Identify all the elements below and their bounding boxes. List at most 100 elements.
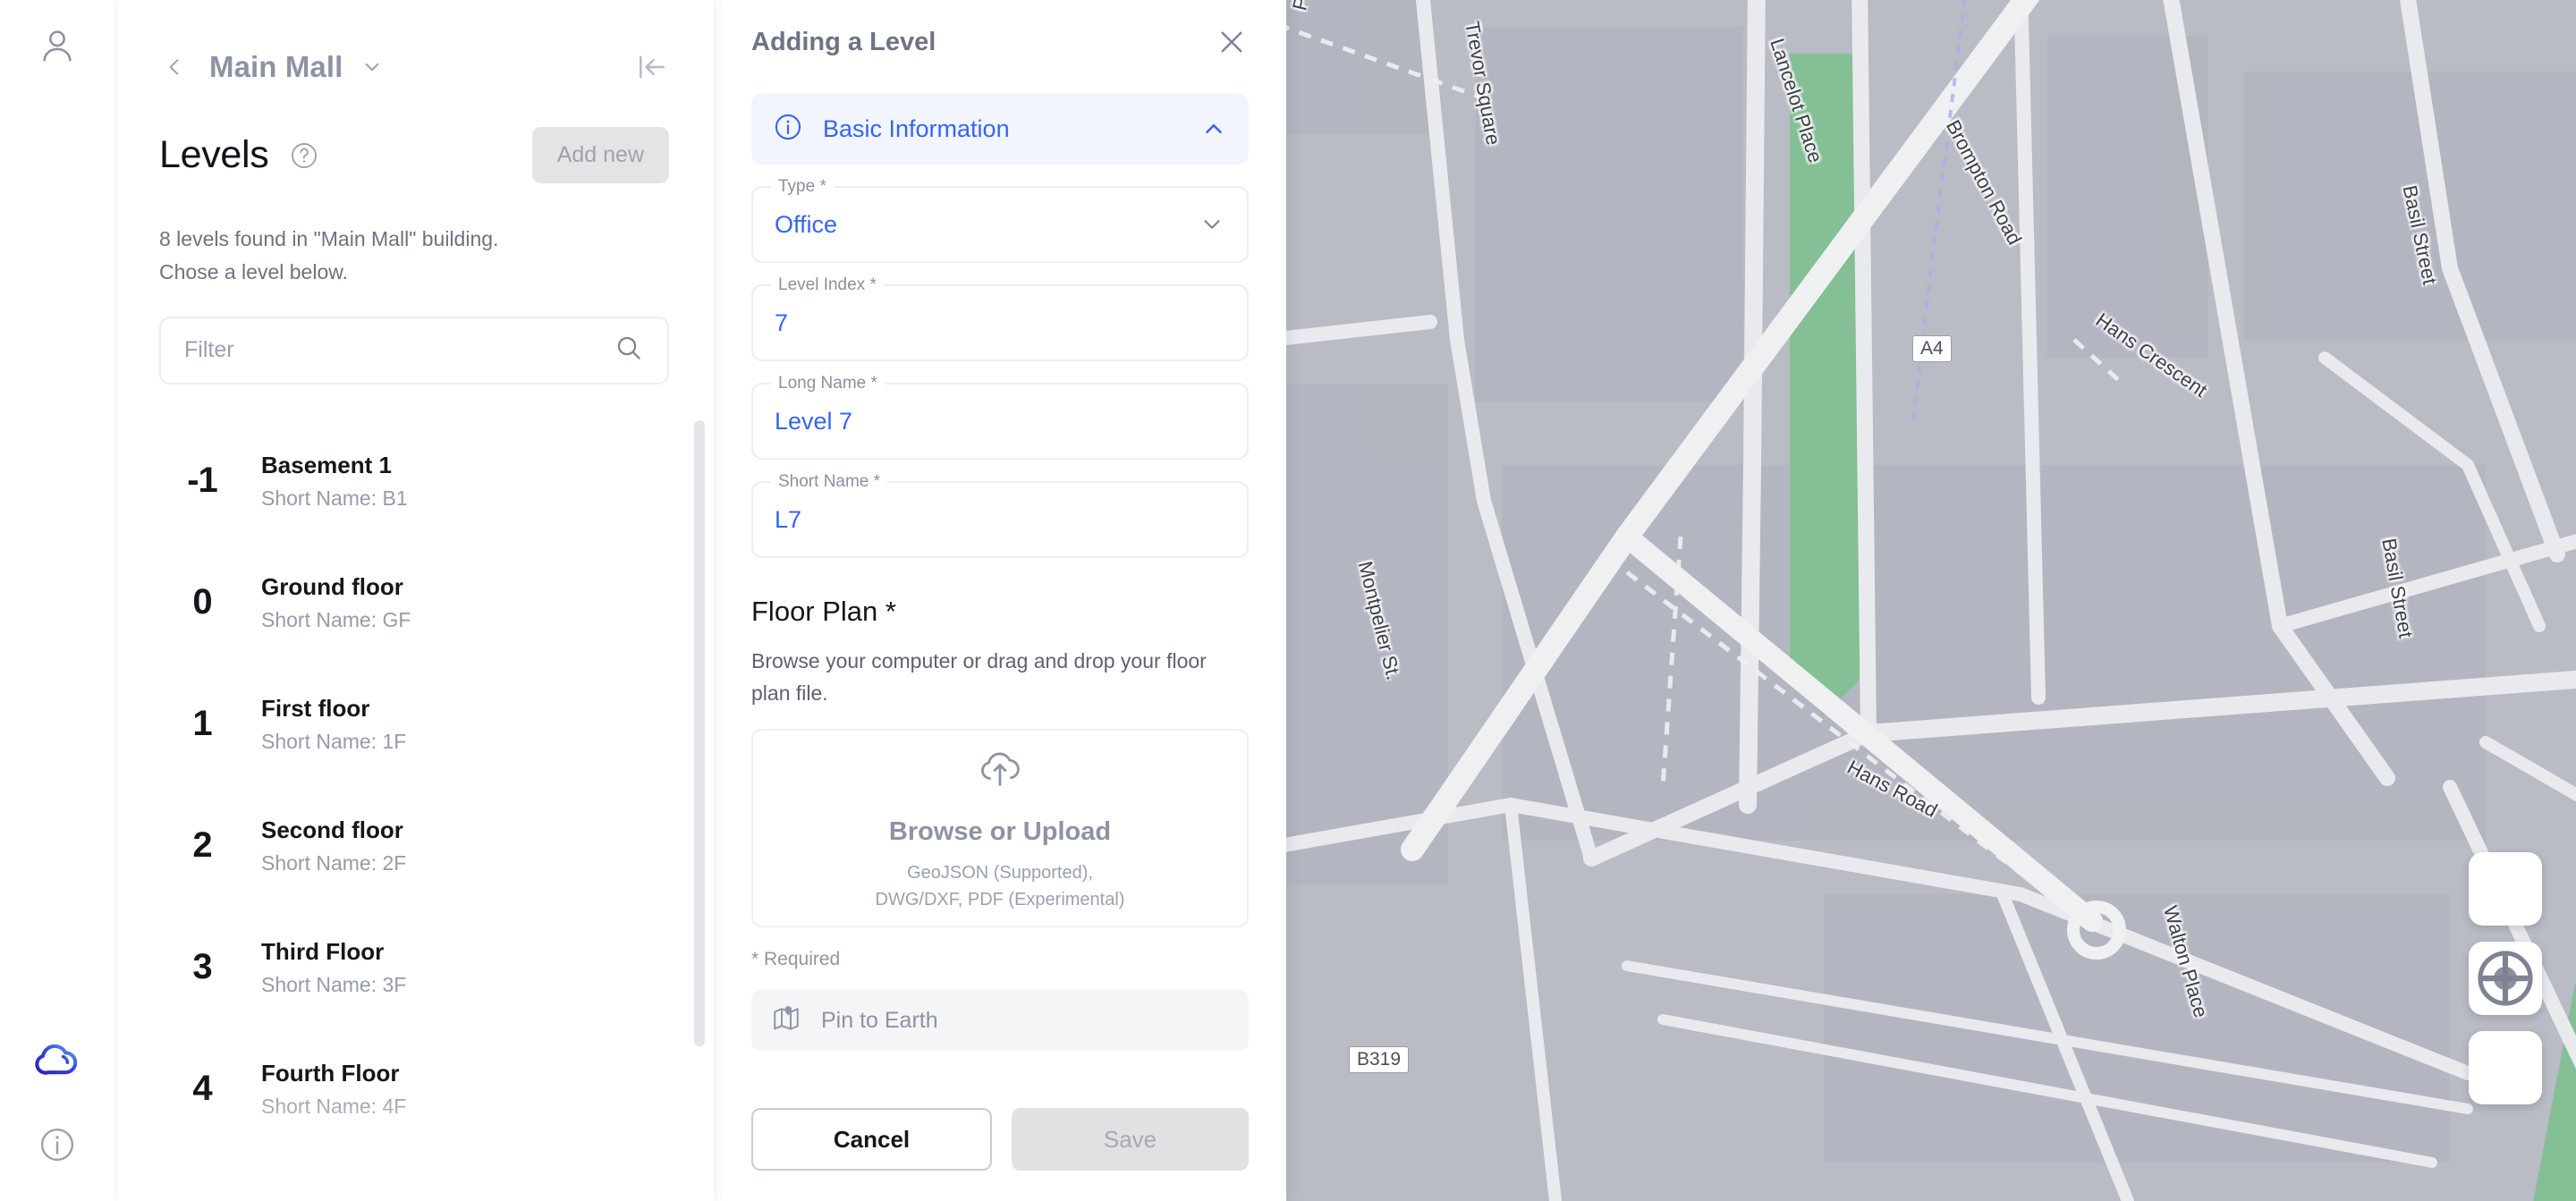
level-short-name: Short Name: B1 xyxy=(261,486,408,510)
level-short-name: Short Name: GF xyxy=(261,607,411,631)
level-index: -1 xyxy=(187,461,218,500)
level-name: Third Floor xyxy=(261,937,385,965)
building-name[interactable]: Main Mall xyxy=(209,50,343,84)
level-text: Basement 1 Short Name: B1 xyxy=(261,452,408,511)
level-name: Fourth Floor xyxy=(261,1059,400,1087)
form-field[interactable]: Type * xyxy=(751,177,1249,263)
app-root: Main Mall Levels Add new 8 levels found … xyxy=(0,0,2576,1201)
level-text: Fifth FloorShort Name: 5F xyxy=(261,1181,406,1201)
floor-plan-subtitle: Browse your computer or drag and drop yo… xyxy=(751,649,1207,705)
level-short-name: Short Name: 4F xyxy=(261,1094,407,1118)
filter-input[interactable] xyxy=(184,337,614,363)
levels-description: 8 levels found in "Main Mall" building. … xyxy=(114,183,714,290)
field-input[interactable] xyxy=(775,309,1225,337)
level-name: Basement 1 xyxy=(261,451,392,478)
close-icon[interactable] xyxy=(1215,25,1249,59)
level-text: Fourth Floor Short Name: 4F xyxy=(261,1060,406,1119)
required-note: * Required xyxy=(751,949,841,970)
level-short-name: Short Name: 1F xyxy=(261,729,407,753)
dropzone-formats-line2: DWG/DXF, PDF (Experimental) xyxy=(875,890,1125,910)
level-list-item[interactable]: 0 Ground floor Short Name: GF xyxy=(159,542,689,664)
info-circle-icon[interactable] xyxy=(38,1125,77,1169)
level-name: Second floor xyxy=(261,816,403,843)
level-list-item[interactable]: 3 Third Floor Short Name: 3F xyxy=(159,907,689,1028)
level-name: Fifth Floor xyxy=(261,1180,377,1201)
collapse-panel-icon[interactable] xyxy=(635,50,669,84)
map-controls xyxy=(2469,852,2542,1104)
form-panel-title: Adding a Level xyxy=(751,27,936,56)
pin-to-earth-button[interactable]: Pin to Earth xyxy=(751,990,1249,1052)
form-field[interactable]: Long Name * xyxy=(751,374,1249,460)
filter-wrapper xyxy=(114,290,714,385)
floor-plan-dropzone[interactable]: Browse or Upload GeoJSON (Supported), DW… xyxy=(751,729,1249,928)
chevron-left-icon[interactable] xyxy=(159,52,190,82)
cloud-logo-icon[interactable] xyxy=(33,1035,81,1087)
map-route-shield: A4 xyxy=(1912,335,1952,362)
level-text: Ground floor Short Name: GF xyxy=(261,573,411,632)
person-icon[interactable] xyxy=(37,25,78,71)
dropzone-title: Browse or Upload xyxy=(888,817,1112,847)
field-input[interactable] xyxy=(775,407,1225,436)
level-text: Second floor Short Name: 2F xyxy=(261,816,406,875)
add-new-button[interactable]: Add new xyxy=(531,127,669,183)
level-index: 2 xyxy=(192,825,212,865)
add-level-form-panel: Adding a Level Basic Information Type * … xyxy=(714,0,1286,1201)
search-icon[interactable] xyxy=(614,333,644,368)
chevron-down-icon[interactable] xyxy=(1199,211,1225,238)
level-short-name: Short Name: 3F xyxy=(261,972,407,996)
level-list-item[interactable]: 1 First floor Short Name: 1F xyxy=(159,664,689,785)
levels-title-row: Levels Add new xyxy=(114,84,714,183)
form-field[interactable]: Short Name * xyxy=(751,472,1249,558)
level-short-name: Short Name: 2F xyxy=(261,850,407,875)
levels-panel: Main Mall Levels Add new 8 levels found … xyxy=(114,0,714,1201)
dropzone-formats: GeoJSON (Supported), DWG/DXF, PDF (Exper… xyxy=(876,859,1125,913)
levels-panel-header: Main Mall xyxy=(114,0,714,84)
map-route-shield: B319 xyxy=(1349,1046,1410,1073)
page-title: Levels xyxy=(159,133,269,176)
level-text: First floor Short Name: 1F xyxy=(261,695,406,754)
floor-plan-heading: Floor Plan * xyxy=(751,596,896,627)
left-rail xyxy=(0,0,114,1201)
field-label: Long Name * xyxy=(771,374,885,393)
level-index: 1 xyxy=(192,704,212,743)
levels-list-scrollbar[interactable] xyxy=(694,420,705,1046)
dropzone-formats-line1: GeoJSON (Supported), xyxy=(907,863,1093,884)
level-text: Third Floor Short Name: 3F xyxy=(261,938,406,997)
level-name: Ground floor xyxy=(261,572,403,600)
level-list-item[interactable]: -1 Basement 1 Short Name: B1 xyxy=(159,420,689,542)
level-list-item[interactable]: 4 Fourth Floor Short Name: 4F xyxy=(159,1028,689,1150)
save-button[interactable]: Save xyxy=(1012,1108,1249,1171)
chevron-down-icon[interactable] xyxy=(360,55,384,79)
filter-box[interactable] xyxy=(159,316,669,385)
levels-count-text: 8 levels found in "Main Mall" building. xyxy=(159,227,499,250)
form-panel-footer: Cancel Save xyxy=(714,1108,1286,1201)
field-input[interactable] xyxy=(775,210,1199,239)
level-list-item[interactable]: 5 Fifth FloorShort Name: 5F xyxy=(159,1150,689,1201)
cancel-button[interactable]: Cancel xyxy=(751,1108,992,1171)
chevron-up-icon[interactable] xyxy=(1200,115,1227,142)
basic-information-accordion[interactable]: Basic Information xyxy=(751,93,1249,165)
field-input[interactable] xyxy=(775,505,1225,534)
level-index: 0 xyxy=(192,582,212,622)
field-label: Short Name * xyxy=(771,472,888,492)
form-panel-header: Adding a Level xyxy=(714,0,1286,59)
level-list-item[interactable]: 2 Second floor Short Name: 2F xyxy=(159,785,689,907)
level-index: 3 xyxy=(192,947,212,986)
level-index: 4 xyxy=(192,1069,212,1108)
zoom-out-button[interactable] xyxy=(2469,975,2542,1104)
accordion-label: Basic Information xyxy=(823,114,1010,142)
map-vector xyxy=(1286,0,2576,1201)
levels-hint-text: Chose a level below. xyxy=(159,260,348,284)
level-name: First floor xyxy=(261,694,370,722)
field-label: Type * xyxy=(771,177,834,197)
level-index: 5 xyxy=(159,1190,245,1201)
levels-list[interactable]: -1 Basement 1 Short Name: B1 0 Ground floor S… xyxy=(114,420,714,1201)
form-panel-body: Basic Information Type * Level Index * Lon… xyxy=(714,59,1286,1108)
pin-to-earth-label: Pin to Earth xyxy=(821,1007,938,1033)
field-label: Level Index * xyxy=(771,275,884,295)
map-canvas[interactable]: PlaceTrevor SquareLancelot PlaceBrompton… xyxy=(1286,0,2576,1201)
form-field[interactable]: Level Index * xyxy=(751,275,1249,361)
map-pin-icon xyxy=(771,1003,801,1038)
info-circle-icon xyxy=(773,112,803,147)
question-circle-icon[interactable] xyxy=(289,140,319,171)
